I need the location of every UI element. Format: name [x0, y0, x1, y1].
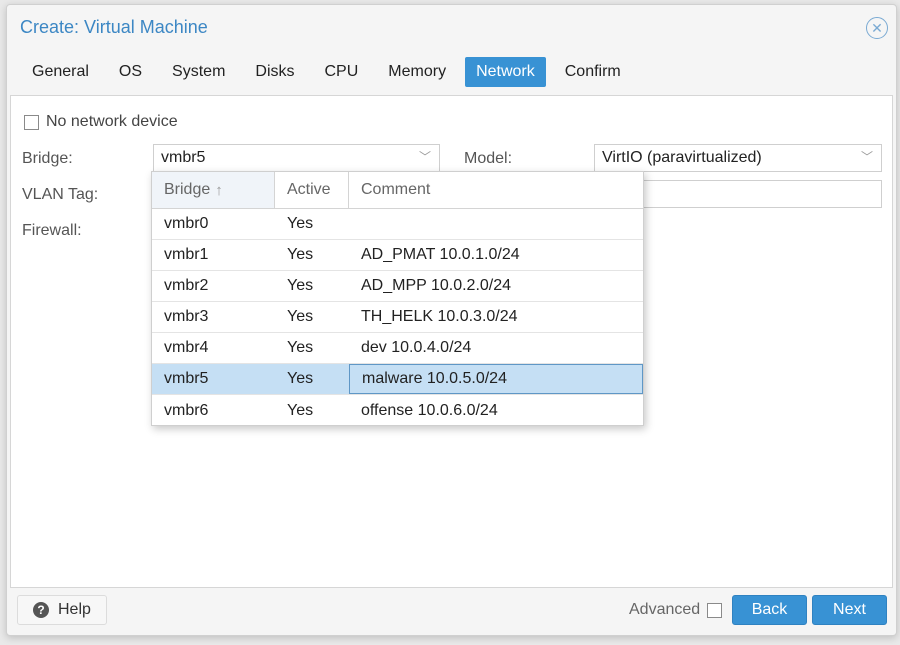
active-cell: Yes — [287, 277, 314, 294]
bridge-cell: vmbr4 — [164, 339, 209, 356]
sort-ascending-icon: ↑ — [215, 181, 223, 199]
no-network-device-option[interactable]: No network device — [24, 113, 178, 131]
tab-os[interactable]: OS — [108, 57, 153, 87]
advanced-checkbox[interactable] — [707, 602, 723, 618]
table-row[interactable]: vmbr1 Yes AD_PMAT 10.0.1.0/24 — [152, 240, 643, 271]
dropdown-header: Bridge ↑ Active Comment — [152, 172, 643, 209]
active-cell: Yes — [287, 339, 314, 356]
column-header-comment[interactable]: Comment — [349, 172, 643, 208]
active-cell: Yes — [287, 401, 314, 419]
active-cell: Yes — [287, 370, 314, 387]
comment-cell: malware 10.0.5.0/24 — [349, 364, 643, 394]
tab-disks[interactable]: Disks — [244, 57, 305, 87]
help-icon: ? — [33, 602, 49, 618]
advanced-label: Advanced — [629, 601, 701, 618]
vlan-tag-label: VLAN Tag: — [22, 186, 99, 203]
tab-cpu[interactable]: CPU — [314, 57, 370, 87]
bridge-cell: vmbr5 — [164, 370, 209, 387]
column-label: Active — [287, 181, 331, 198]
bridge-cell: vmbr1 — [164, 246, 209, 263]
table-row[interactable]: vmbr4 Yes dev 10.0.4.0/24 — [152, 333, 643, 364]
close-icon[interactable]: ✕ — [866, 17, 888, 39]
bridge-select[interactable]: vmbr5 ﹀ — [153, 144, 440, 172]
column-label: Comment — [361, 181, 431, 198]
comment-cell — [349, 209, 643, 239]
column-header-bridge[interactable]: Bridge ↑ — [152, 172, 275, 208]
comment-cell: offense 10.0.6.0/24 — [361, 401, 498, 419]
table-row[interactable]: vmbr3 Yes TH_HELK 10.0.3.0/24 — [152, 302, 643, 333]
model-label: Model: — [464, 150, 513, 167]
bridge-cell: vmbr2 — [164, 277, 209, 294]
active-cell: Yes — [287, 215, 314, 232]
dropdown-rows: vmbr0 Yes vmbr1 Yes AD_PMAT 10.0.1.0/24 vmbr2… — [152, 209, 643, 426]
bridge-label: Bridge: — [22, 150, 73, 167]
tab-general[interactable]: General — [21, 57, 100, 87]
model-select[interactable]: VirtIO (paravirtualized) ﹀ — [594, 144, 882, 172]
table-row[interactable]: vmbr6 Yes offense 10.0.6.0/24 — [152, 395, 643, 426]
table-row[interactable]: vmbr0 Yes — [152, 209, 643, 240]
no-network-device-label: No network device — [46, 113, 178, 130]
bridge-cell: vmbr0 — [164, 215, 209, 232]
comment-cell: AD_PMAT 10.0.1.0/24 — [361, 246, 520, 263]
comment-cell: AD_MPP 10.0.2.0/24 — [361, 277, 512, 294]
chevron-down-icon[interactable]: ﹀ — [861, 151, 873, 163]
active-cell: Yes — [287, 308, 314, 325]
advanced-option[interactable]: Advanced — [629, 601, 723, 619]
table-row[interactable]: vmbr5 Yes malware 10.0.5.0/24 — [152, 364, 643, 395]
bridge-value: vmbr5 — [161, 149, 206, 166]
help-label: Help — [58, 601, 91, 618]
bridge-cell: vmbr3 — [164, 308, 209, 325]
bridge-cell: vmbr6 — [164, 401, 209, 419]
comment-cell: dev 10.0.4.0/24 — [361, 339, 472, 356]
no-network-device-checkbox[interactable] — [24, 114, 39, 130]
next-button[interactable]: Next — [812, 595, 887, 625]
column-label: Bridge — [164, 181, 211, 198]
column-header-active[interactable]: Active — [275, 172, 349, 208]
back-button[interactable]: Back — [732, 595, 807, 625]
chevron-down-icon[interactable]: ﹀ — [419, 151, 431, 163]
dialog-title: Create: Virtual Machine — [20, 17, 208, 37]
comment-cell: TH_HELK 10.0.3.0/24 — [361, 308, 518, 325]
table-row[interactable]: vmbr2 Yes AD_MPP 10.0.2.0/24 — [152, 271, 643, 302]
firewall-label: Firewall: — [22, 222, 82, 239]
model-value: VirtIO (paravirtualized) — [602, 149, 762, 166]
help-button[interactable]: ? Help — [17, 595, 107, 625]
tab-system[interactable]: System — [161, 57, 236, 87]
active-cell: Yes — [287, 246, 314, 263]
tab-network[interactable]: Network — [465, 57, 546, 87]
tab-memory[interactable]: Memory — [377, 57, 457, 87]
tab-confirm[interactable]: Confirm — [554, 57, 632, 87]
wizard-tabs: General OS System Disks CPU Memory Netwo… — [21, 57, 640, 89]
bridge-dropdown-list: Bridge ↑ Active Comment vmbr0 Yes vmbr1 Yes… — [151, 171, 644, 426]
